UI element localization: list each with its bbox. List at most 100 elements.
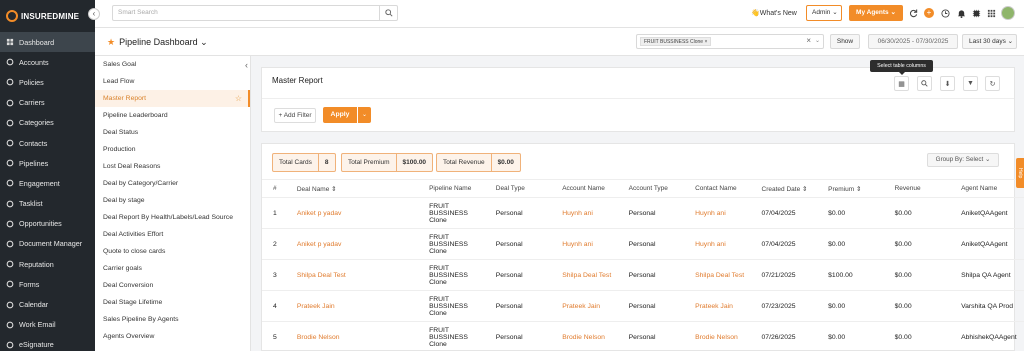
column-header[interactable]: Deal Name ⇕: [285, 179, 419, 198]
sidebar-item-label: Accounts: [19, 57, 49, 67]
sidebar-item-dashboard[interactable]: Dashboard: [0, 32, 95, 53]
report-item[interactable]: Deal Stage Lifetime: [95, 294, 250, 311]
help-tab[interactable]: Help: [1016, 158, 1024, 188]
sidebar-item-tasklist[interactable]: Tasklist: [0, 194, 95, 214]
apply-dropdown-button[interactable]: ⌄: [358, 107, 371, 123]
add-icon[interactable]: +: [924, 8, 934, 18]
table-row[interactable]: 1 Aniket p yadav FRUIT BUSSINESS Clone Pers…: [262, 197, 1024, 229]
report-item[interactable]: Deal Activities Effort: [95, 226, 250, 243]
reload-button[interactable]: ↻: [985, 76, 1000, 91]
report-item[interactable]: Lost Deal Reasons: [95, 158, 250, 175]
group-by-select[interactable]: Group By: Select ⌄: [927, 153, 999, 167]
columns-button[interactable]: ▦: [894, 76, 909, 91]
add-filter-button[interactable]: + Add Filter: [274, 108, 316, 123]
sidebar-item-forms[interactable]: Forms: [0, 274, 95, 294]
sidebar-item-pipelines[interactable]: Pipelines: [0, 153, 95, 173]
apply-button[interactable]: Apply: [323, 107, 357, 123]
show-button[interactable]: Show: [830, 34, 860, 49]
star-icon[interactable]: ★: [107, 37, 115, 47]
period-select[interactable]: Last 30 days ⌄: [962, 34, 1017, 49]
table-cell[interactable]: Brodie Nelson: [551, 321, 618, 351]
table-cell[interactable]: Huynh ani: [684, 197, 751, 229]
report-item[interactable]: Pipeline Leaderboard: [95, 107, 250, 124]
refresh-icon: ↻: [989, 80, 996, 88]
search-input[interactable]: Smart Search: [112, 5, 398, 21]
column-header: Account Name: [551, 179, 618, 198]
table-row[interactable]: 5 Brodie Nelson FRUIT BUSSINESS Clone Perso…: [262, 321, 1024, 351]
table-cell[interactable]: Huynh ani: [684, 228, 751, 260]
table-cell[interactable]: Prateek Jain: [684, 290, 751, 322]
sidebar-item-reputation[interactable]: Reputation: [0, 254, 95, 274]
table-cell: $100.00: [817, 259, 884, 291]
bell-icon[interactable]: [956, 8, 966, 18]
table-cell[interactable]: Brodie Nelson: [285, 321, 419, 351]
download-button[interactable]: ⬇: [940, 76, 955, 91]
sidebar-item-label: Categories: [19, 118, 54, 128]
report-item[interactable]: Sales Goal: [95, 56, 250, 73]
table-cell[interactable]: Shilpa Deal Test: [684, 259, 751, 291]
report-item[interactable]: Agents Overview: [95, 328, 250, 345]
sidebar-item-policies[interactable]: Policies: [0, 72, 95, 92]
report-item[interactable]: Production: [95, 141, 250, 158]
sidebar-item-calendar[interactable]: Calendar: [0, 294, 95, 314]
report-item[interactable]: Deal Status: [95, 124, 250, 141]
sidebar-item-accounts[interactable]: Accounts: [0, 52, 95, 72]
table-cell[interactable]: Huynh ani: [551, 197, 618, 229]
whats-new-link[interactable]: 👋What's New: [751, 9, 797, 17]
sidebar-item-opportunities[interactable]: Opportunities: [0, 214, 95, 234]
sidebar-item-categories[interactable]: Categories: [0, 113, 95, 133]
report-item[interactable]: Deal by stage: [95, 192, 250, 209]
role-select[interactable]: Admin ⌄: [806, 5, 842, 21]
sidebar-item-document-manager[interactable]: Document Manager: [0, 234, 95, 254]
sidebar-item-esignature[interactable]: eSignature: [0, 335, 95, 351]
sidebar-item-engagement[interactable]: Engagement: [0, 173, 95, 193]
table-cell[interactable]: Brodie Nelson: [684, 321, 751, 351]
search-table-button[interactable]: [917, 76, 932, 91]
date-range-input[interactable]: 06/30/2025 - 07/30/2025: [868, 34, 958, 49]
column-header[interactable]: Created Date ⇕: [750, 179, 818, 198]
sidebar-item-work-email[interactable]: Work Email: [0, 315, 95, 335]
table-cell[interactable]: Aniket p yadav: [285, 197, 419, 229]
refresh-icon[interactable]: [908, 8, 918, 18]
search-icon: [385, 9, 393, 17]
avatar[interactable]: [1001, 6, 1015, 20]
chip-icon[interactable]: [971, 8, 981, 18]
table-cell[interactable]: Aniket p yadav: [285, 228, 419, 260]
sidebar-collapse-button[interactable]: ‹: [88, 8, 100, 20]
sidebar-item-carriers[interactable]: Carriers: [0, 93, 95, 113]
table-cell: 3: [262, 259, 286, 291]
clock-icon[interactable]: [940, 8, 950, 18]
report-item[interactable]: Deal Conversion: [95, 277, 250, 294]
logo[interactable]: INSUREDMINE: [0, 0, 95, 32]
table-cell[interactable]: Prateek Jain: [551, 290, 618, 322]
table-body: 1 Aniket p yadav FRUIT BUSSINESS Clone Pers…: [262, 197, 1024, 351]
my-agents-button[interactable]: My Agents ⌄: [849, 5, 903, 21]
table-row[interactable]: 2 Aniket p yadav FRUIT BUSSINESS Clone Pers…: [262, 228, 1024, 260]
report-item[interactable]: Sales Pipeline By Agents: [95, 311, 250, 328]
table-cell[interactable]: Huynh ani: [551, 228, 618, 260]
report-item[interactable]: Deal Report By Health/Labels/Lead Source: [95, 209, 250, 226]
report-item[interactable]: Quote to close cards: [95, 243, 250, 260]
report-item[interactable]: Deal by Category/Carrier: [95, 175, 250, 192]
report-item[interactable]: Lead Flow: [95, 73, 250, 90]
report-item-label: Sales Pipeline By Agents: [103, 316, 179, 323]
pipeline-filter-select[interactable]: FRUIT BUSSINESS Clone × × ⌄: [636, 34, 824, 49]
clear-filter-icon[interactable]: ×: [806, 36, 811, 45]
dashboard-title-dropdown[interactable]: ★ Pipeline Dashboard ⌄: [107, 37, 208, 48]
signature-icon: [6, 341, 14, 349]
report-item[interactable]: Carrier goals: [95, 260, 250, 277]
search-button[interactable]: [379, 5, 398, 21]
table-cell[interactable]: Shilpa Deal Test: [551, 259, 618, 291]
table-row[interactable]: 4 Prateek Jain FRUIT BUSSINESS Clone Person…: [262, 290, 1024, 322]
filter-button[interactable]: ▼: [963, 76, 978, 91]
column-header[interactable]: Premium ⇕: [817, 179, 884, 198]
table-row[interactable]: 3 Shilpa Deal Test FRUIT BUSSINESS Clone Pe…: [262, 259, 1024, 291]
table-cell[interactable]: Prateek Jain: [285, 290, 419, 322]
sidebar-item-label: Reputation: [19, 259, 54, 269]
favorite-star-icon[interactable]: ☆: [235, 90, 242, 107]
filter-chip[interactable]: FRUIT BUSSINESS Clone ×: [640, 37, 712, 46]
table-cell[interactable]: Shilpa Deal Test: [285, 259, 419, 291]
grid-icon[interactable]: [986, 8, 996, 18]
sidebar-item-contacts[interactable]: Contacts: [0, 133, 95, 153]
report-item[interactable]: Master Report ☆: [95, 90, 250, 107]
